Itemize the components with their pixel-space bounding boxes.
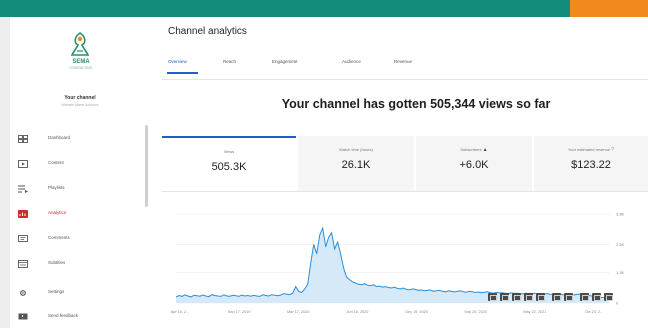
chart-tool-button[interactable] xyxy=(592,293,601,301)
studio-window: SEMA CONSULTING Your channel Website Nam… xyxy=(10,17,648,328)
x-tick-label: Mar 17, 2020 xyxy=(287,310,309,314)
subtitles-icon xyxy=(18,260,28,268)
views-headline: Your channel has gotten 505,344 views so… xyxy=(281,97,551,111)
analytics-tabs: Overview Reach Engagement Audience Reven… xyxy=(162,59,462,74)
sidebar-item-label: Content xyxy=(48,160,64,165)
y-tick-label: 2.5K xyxy=(616,242,625,247)
chart-tool-button[interactable] xyxy=(512,293,521,301)
sidebar-item-label: Dashboard xyxy=(48,135,71,140)
metric-card-revenue[interactable]: Your estimated revenue ? $123.22 xyxy=(534,136,648,191)
metric-label-text: Your estimated revenue xyxy=(567,147,611,152)
analytics-icon xyxy=(18,210,28,218)
chart-tool-button[interactable] xyxy=(524,293,533,301)
metric-label: Subscribers ▲ xyxy=(416,147,532,153)
channel-subtitle: Website Name Advisors xyxy=(61,103,99,107)
tabs-divider xyxy=(162,79,648,80)
metric-value: +6.0K xyxy=(459,159,489,171)
metric-label: Your estimated revenue ? xyxy=(534,147,648,153)
sidebar-item-playlists[interactable]: Playlists xyxy=(10,179,144,199)
sidebar-item-comments[interactable]: Comments xyxy=(10,229,144,249)
brand-tagline: CONSULTING xyxy=(69,66,93,70)
logo-mark-icon xyxy=(70,32,90,56)
y-tick-label: 1.3K xyxy=(616,270,625,275)
sidebar-item-dashboard[interactable]: Dashboard xyxy=(10,129,144,149)
screen: SEMA CONSULTING Your channel Website Nam… xyxy=(0,0,648,328)
chart-tool-button[interactable] xyxy=(500,293,509,301)
active-tab-indicator xyxy=(167,72,198,74)
sidebar-item-send-feedback[interactable]: Send feedback xyxy=(10,307,144,327)
x-tick-label: Jun 18, 2020 xyxy=(346,310,368,314)
page-title: Channel analytics xyxy=(168,26,247,37)
chart-tool-button[interactable] xyxy=(604,293,613,301)
sidebar-item-label: Playlists xyxy=(48,185,65,190)
x-tick-label: Sep 26, 2020 xyxy=(464,310,487,314)
views-chart[interactable]: 3.8K 2.5K 1.3K 0 Apr 16, 2... Sep 17, 2019 Mar… xyxy=(162,192,648,328)
sidebar-item-label: Analytics xyxy=(48,210,67,215)
sidebar-item-subtitles[interactable]: Subtitles xyxy=(10,254,144,274)
channel-logo[interactable]: SEMA CONSULTING xyxy=(58,31,106,81)
x-tick-label: Apr 16, 2... xyxy=(171,310,190,314)
chart-tool-button[interactable] xyxy=(488,293,497,301)
metric-value: 26.1K xyxy=(341,159,371,171)
sidebar-item-settings[interactable]: Settings xyxy=(10,283,144,303)
analytics-main: Channel analytics Overview Reach Engagem… xyxy=(162,17,648,328)
views-series-area xyxy=(176,228,610,303)
content-icon xyxy=(18,160,28,168)
tab-audience[interactable]: Audience xyxy=(342,59,361,64)
chart-tool-button[interactable] xyxy=(536,293,545,301)
metric-card-views[interactable]: Views 505.3K xyxy=(162,136,296,191)
metric-value: $123.22 xyxy=(571,159,611,171)
chart-tool-button[interactable] xyxy=(580,293,589,301)
sidebar-item-label: Comments xyxy=(48,235,70,240)
x-tick-label: Sep 17, 2019 xyxy=(228,310,251,314)
tab-revenue[interactable]: Revenue xyxy=(394,59,412,64)
y-tick-label: 0 xyxy=(616,301,619,306)
sidebar-item-label: Settings xyxy=(48,289,65,294)
settings-icon xyxy=(20,290,26,296)
x-tick-label: May 22, 2021 xyxy=(523,310,546,314)
metric-label-text: Subscribers xyxy=(460,147,482,152)
sidebar-item-label: Subtitles xyxy=(48,260,66,265)
metric-label: Watch time (hours) xyxy=(339,147,373,152)
top-accent-strip xyxy=(570,0,648,17)
tab-overview[interactable]: Overview xyxy=(168,59,187,64)
comments-icon xyxy=(18,235,28,242)
x-tick-label: Oct 23, 2... xyxy=(585,310,604,314)
views-series-line xyxy=(175,226,605,299)
top-brand-bar xyxy=(0,0,648,17)
x-tick-label: Dec 19, 2020 xyxy=(405,310,428,314)
sidebar: SEMA CONSULTING Your channel Website Nam… xyxy=(10,17,152,328)
channel-name: Your channel xyxy=(64,95,96,101)
help-icon[interactable]: ? xyxy=(611,147,614,153)
playlists-icon xyxy=(18,185,28,193)
chart-tool-button[interactable] xyxy=(564,293,573,301)
sidebar-item-analytics[interactable]: Analytics xyxy=(10,204,144,224)
trend-up-icon: ▲ xyxy=(482,147,488,153)
metric-value: 505.3K xyxy=(211,161,247,173)
sidebar-item-label: Send feedback xyxy=(48,313,79,318)
tab-engagement[interactable]: Engagement xyxy=(272,59,298,64)
metric-card-subscribers[interactable]: Subscribers ▲ +6.0K xyxy=(416,136,532,191)
dashboard-icon xyxy=(18,135,28,143)
feedback-icon xyxy=(18,313,28,320)
sidebar-scrollbar[interactable] xyxy=(145,125,148,207)
tab-reach[interactable]: Reach xyxy=(223,59,236,64)
chart-tool-button[interactable] xyxy=(552,293,561,301)
metric-card-watch-time[interactable]: Watch time (hours) 26.1K xyxy=(298,136,414,191)
y-tick-label: 3.8K xyxy=(616,212,625,217)
metric-label: Views xyxy=(223,149,235,154)
sidebar-item-content[interactable]: Content xyxy=(10,154,144,174)
metric-cards: Views 505.3K Watch time (hours) 26.1K Su… xyxy=(162,136,648,191)
brand-name: SEMA xyxy=(72,59,90,65)
